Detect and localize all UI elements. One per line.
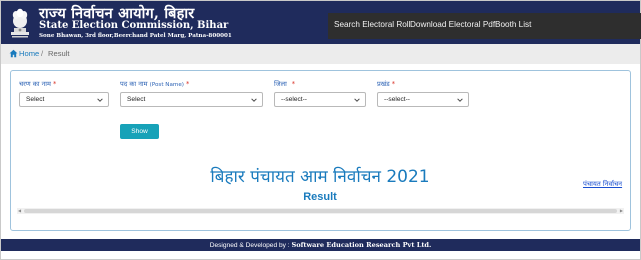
chevron-down-icon	[251, 98, 257, 102]
breadcrumb-current: Result	[48, 49, 70, 58]
scroll-right-icon[interactable]: ▶	[620, 209, 623, 213]
required-marker: *	[391, 80, 395, 88]
nav-search-electoral-roll[interactable]: Search Electoral Roll	[334, 20, 410, 29]
district-label-text: जिला	[274, 80, 287, 88]
required-marker: *	[186, 80, 190, 88]
post-name-select[interactable]: Select	[120, 92, 263, 107]
block-select-value: --select--	[384, 96, 411, 103]
result-heading: बिहार पंचायत आम निर्वाचन 2021	[210, 167, 430, 187]
panchayat-election-link[interactable]: पंचायत निर्वाचन	[583, 179, 622, 188]
district-select-value: --select--	[281, 96, 308, 103]
district-select[interactable]: --select--	[274, 92, 366, 107]
block-label: प्रखंड *	[377, 79, 395, 88]
post-name-sublabel: (Post Name)	[149, 82, 184, 88]
chevron-down-icon	[457, 98, 463, 102]
phase-name-select-value: Select	[26, 96, 45, 103]
phase-name-label-text: चरण का नाम	[19, 80, 51, 88]
district-label: जिला *	[274, 79, 295, 88]
footer-credit-lead: Designed & Developed by :	[209, 242, 292, 249]
footer-organization: Software Education Research Pvt Ltd.	[291, 241, 432, 249]
chevron-down-icon	[97, 98, 103, 102]
horizontal-scrollbar[interactable]: ◀ ▶	[17, 208, 624, 214]
required-marker: *	[52, 80, 57, 88]
post-name-label-text: पद का नाम	[120, 80, 148, 88]
nav-download-electoral-pdf[interactable]: Download Electoral Pdf	[410, 20, 495, 29]
nav-booth-list[interactable]: Booth List	[495, 20, 531, 29]
scroll-left-icon[interactable]: ◀	[18, 209, 21, 213]
breadcrumb-home[interactable]: Home	[19, 49, 39, 58]
post-name-select-value: Select	[127, 96, 146, 103]
home-icon[interactable]	[9, 49, 18, 58]
phase-name-select[interactable]: Select	[19, 92, 109, 107]
breadcrumb-separator: /	[41, 49, 44, 58]
chevron-down-icon	[354, 98, 360, 102]
show-button[interactable]: Show	[120, 124, 159, 139]
block-label-text: प्रखंड	[377, 80, 390, 88]
block-select[interactable]: --select--	[377, 92, 469, 107]
required-marker: *	[291, 80, 296, 88]
site-address: Sone Bhawan, 3rd floor,Beerchand Patel M…	[39, 33, 232, 39]
top-nav: Search Electoral Roll Download Electoral…	[328, 13, 641, 39]
site-footer: Designed & Developed by : Software Educa…	[1, 239, 640, 251]
site-title-english: State Election Commission, Bihar	[39, 20, 229, 31]
phase-name-label: चरण का नाम *	[19, 79, 56, 88]
post-name-label: पद का नाम (Post Name) *	[120, 79, 189, 88]
national-emblem-icon	[11, 8, 29, 38]
breadcrumb: Home / Result	[1, 44, 640, 64]
scrollbar-thumb[interactable]	[24, 209, 617, 213]
site-header: राज्य निर्वाचन आयोग, बिहार State Electio…	[1, 1, 641, 44]
result-subheading: Result	[303, 191, 337, 203]
